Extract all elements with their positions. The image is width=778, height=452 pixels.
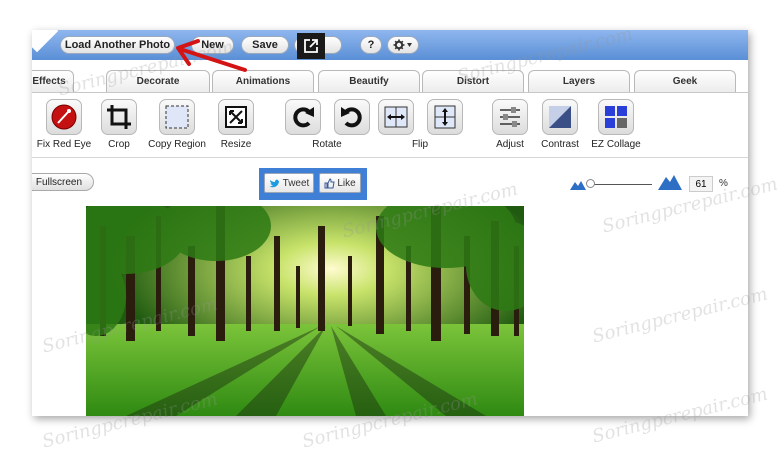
- flip-vertical-icon[interactable]: [426, 99, 463, 135]
- category-tabs: Effects Decorate Animations Beautify Dis…: [32, 70, 748, 92]
- tool-label: Contrast: [541, 139, 579, 150]
- tab-effects[interactable]: Effects: [32, 70, 74, 92]
- tool-label: EZ Collage: [591, 139, 641, 150]
- open-external-button[interactable]: [297, 33, 325, 59]
- fullscreen-button[interactable]: Fullscreen: [32, 173, 94, 191]
- like-label: Like: [337, 177, 356, 189]
- help-button[interactable]: ?: [360, 36, 382, 54]
- tab-geek[interactable]: Geek: [634, 70, 736, 92]
- gear-icon: [393, 39, 412, 51]
- top-bar: Load Another Photo New Save ?: [32, 30, 748, 60]
- tool-flip[interactable]: Flip: [375, 99, 465, 150]
- tweet-button[interactable]: Tweet: [264, 173, 314, 193]
- copy-region-icon: [159, 99, 195, 135]
- zoom-control: 61 %: [570, 175, 740, 192]
- tool-ez-collage[interactable]: EZ Collage: [588, 99, 644, 150]
- resize-icon: [218, 99, 254, 135]
- rotate-left-icon[interactable]: [284, 99, 321, 135]
- tool-label: Fix Red Eye: [36, 139, 92, 150]
- load-another-photo-button[interactable]: Load Another Photo: [60, 36, 175, 54]
- tweet-label: Tweet: [282, 177, 310, 189]
- tab-decorate[interactable]: Decorate: [106, 70, 210, 92]
- zoom-slider-handle[interactable]: [586, 179, 595, 188]
- tab-animations[interactable]: Animations: [212, 70, 314, 92]
- like-button[interactable]: Like: [319, 173, 361, 193]
- tools-toolbar: Fix Red Eye Crop Copy Region Resize Rota…: [32, 92, 748, 158]
- tool-label: Adjust: [496, 139, 524, 150]
- tool-contrast[interactable]: Contrast: [536, 99, 584, 150]
- tab-beautify[interactable]: Beautify: [318, 70, 420, 92]
- crop-icon: [101, 99, 137, 135]
- new-button[interactable]: New: [191, 36, 234, 54]
- tool-resize[interactable]: Resize: [214, 99, 258, 150]
- tab-layers[interactable]: Layers: [528, 70, 630, 92]
- tool-rotate[interactable]: Rotate: [282, 99, 372, 150]
- zoom-slider-track[interactable]: [592, 184, 652, 185]
- tool-label: Rotate: [312, 139, 342, 150]
- tool-label: Resize: [220, 139, 252, 150]
- tool-copy-region[interactable]: Copy Region: [144, 99, 210, 150]
- flip-horizontal-icon[interactable]: [377, 99, 414, 135]
- zoom-out-mountain-icon[interactable]: [570, 178, 586, 190]
- settings-button[interactable]: [387, 36, 419, 54]
- thumbs-up-icon: [324, 177, 335, 188]
- twitter-bird-icon: [269, 179, 280, 188]
- tab-distort[interactable]: Distort: [422, 70, 524, 92]
- external-link-icon: [304, 39, 318, 53]
- tool-label: Copy Region: [148, 139, 206, 150]
- tool-adjust[interactable]: Adjust: [490, 99, 530, 150]
- tool-crop[interactable]: Crop: [97, 99, 141, 150]
- social-buttons: Tweet Like: [259, 168, 367, 200]
- save-button[interactable]: Save: [241, 36, 289, 54]
- tool-label: Crop: [108, 139, 130, 150]
- adjust-icon: [492, 99, 528, 135]
- rotate-right-icon[interactable]: [333, 99, 370, 135]
- zoom-percent-sign: %: [719, 178, 728, 189]
- collage-icon: [598, 99, 634, 135]
- zoom-value[interactable]: 61: [689, 176, 713, 192]
- photo-canvas[interactable]: [86, 206, 524, 416]
- app-window: Load Another Photo New Save ? Effects De…: [32, 30, 748, 416]
- tool-label: Flip: [411, 139, 429, 150]
- zoom-in-mountain-icon[interactable]: [658, 172, 682, 190]
- forest-photo: [86, 206, 524, 416]
- contrast-icon: [542, 99, 578, 135]
- tool-fix-red-eye[interactable]: Fix Red Eye: [34, 99, 94, 150]
- red-eye-icon: [46, 99, 82, 135]
